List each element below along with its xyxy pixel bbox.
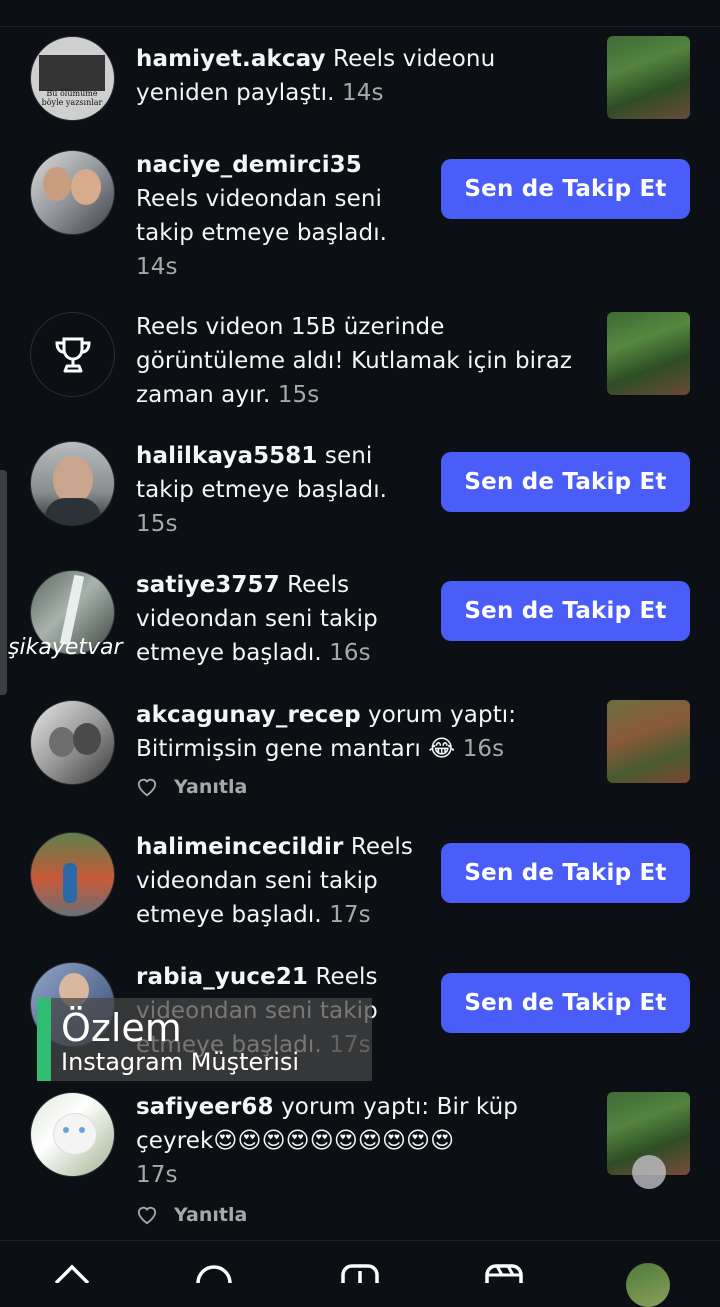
notification-text: akcagunay_recep yorum yaptı: Bitirmişsin… xyxy=(136,698,576,766)
notification-text: halimeincecildir Reels videondan seni ta… xyxy=(136,830,436,932)
avatar[interactable] xyxy=(30,1092,115,1177)
timestamp: 16s xyxy=(329,640,371,666)
notification-text: Reels videon 15B üzerinde görüntüleme al… xyxy=(136,310,576,412)
post-thumbnail[interactable] xyxy=(607,700,690,783)
avatar[interactable]: Bu ölümüme böyle yazsınlar xyxy=(30,36,115,121)
profile-avatar[interactable] xyxy=(626,1263,670,1307)
speaker-caption: Özlem Instagram Müşterisi xyxy=(37,998,372,1081)
avatar[interactable] xyxy=(30,150,115,235)
avatar[interactable] xyxy=(30,700,115,785)
timestamp: 16s xyxy=(462,736,505,762)
username[interactable]: rabia_yuce21 xyxy=(136,964,308,990)
follow-back-button[interactable]: Sen de Takip Et xyxy=(441,843,690,903)
follow-back-button[interactable]: Sen de Takip Et xyxy=(441,581,690,641)
trophy-icon xyxy=(54,337,91,372)
search-icon[interactable] xyxy=(194,1263,234,1283)
username[interactable]: halilkaya5581 xyxy=(136,443,317,469)
avatar[interactable] xyxy=(30,832,115,917)
notification-text: hamiyet.akcay Reels videonu yeniden payl… xyxy=(136,42,576,110)
username[interactable]: hamiyet.akcay xyxy=(136,46,326,72)
heart-icon[interactable] xyxy=(136,777,158,797)
message: Reels videon 15B üzerinde görüntüleme al… xyxy=(136,314,573,408)
follow-back-button[interactable]: Sen de Takip Et xyxy=(441,159,690,219)
top-divider xyxy=(0,26,720,27)
timestamp: 17s xyxy=(136,1162,178,1188)
follow-back-button[interactable]: Sen de Takip Et xyxy=(441,973,690,1033)
reply-label[interactable]: Yanıtla xyxy=(174,1204,247,1226)
notification-text: safiyeer68 yorum yaptı: Bir küp çeyrek😍😍… xyxy=(136,1090,576,1192)
timestamp: 17s xyxy=(329,902,371,928)
post-thumbnail[interactable] xyxy=(607,312,690,395)
caption-name: Özlem xyxy=(61,1006,182,1050)
notification-text: halilkaya5581 seni takip etmeye başladı.… xyxy=(136,439,436,541)
reply-label[interactable]: Yanıtla xyxy=(174,776,247,798)
heart-icon[interactable] xyxy=(136,1205,158,1225)
scroll-indicator[interactable] xyxy=(0,470,7,695)
timestamp: 14s xyxy=(341,80,384,106)
notification-text: naciye_demirci35 Reels videondan seni ta… xyxy=(136,148,436,284)
touch-indicator xyxy=(632,1155,666,1189)
caption-accent-bar xyxy=(37,998,51,1081)
create-icon[interactable] xyxy=(340,1263,380,1283)
watermark: şikayetvar xyxy=(8,635,123,660)
trophy-badge xyxy=(30,312,115,397)
reply-button[interactable]: Yanıtla xyxy=(136,776,247,798)
timestamp: 15s xyxy=(277,382,320,408)
username[interactable]: satiye3757 xyxy=(136,572,280,598)
timestamp: 15s xyxy=(136,511,178,537)
notification-text: satiye3757 Reels videondan seni takip et… xyxy=(136,568,436,670)
message: Reels videondan seni takip etmeye başlad… xyxy=(136,186,388,246)
username[interactable]: akcagunay_recep xyxy=(136,702,361,728)
username[interactable]: safiyeer68 xyxy=(136,1094,274,1120)
follow-back-button[interactable]: Sen de Takip Et xyxy=(441,452,690,512)
caption-role: Instagram Müşterisi xyxy=(61,1048,300,1076)
bottom-navigation xyxy=(0,1240,720,1307)
username[interactable]: naciye_demirci35 xyxy=(136,152,362,178)
username[interactable]: halimeincecildir xyxy=(136,834,343,860)
timestamp: 14s xyxy=(136,254,178,280)
avatar[interactable] xyxy=(30,441,115,526)
avatar-caption: Bu ölümüme böyle yazsınlar xyxy=(41,89,103,107)
post-thumbnail[interactable] xyxy=(607,36,690,119)
reply-button[interactable]: Yanıtla xyxy=(136,1204,247,1226)
home-icon[interactable] xyxy=(52,1263,92,1283)
reels-icon[interactable] xyxy=(484,1263,524,1283)
